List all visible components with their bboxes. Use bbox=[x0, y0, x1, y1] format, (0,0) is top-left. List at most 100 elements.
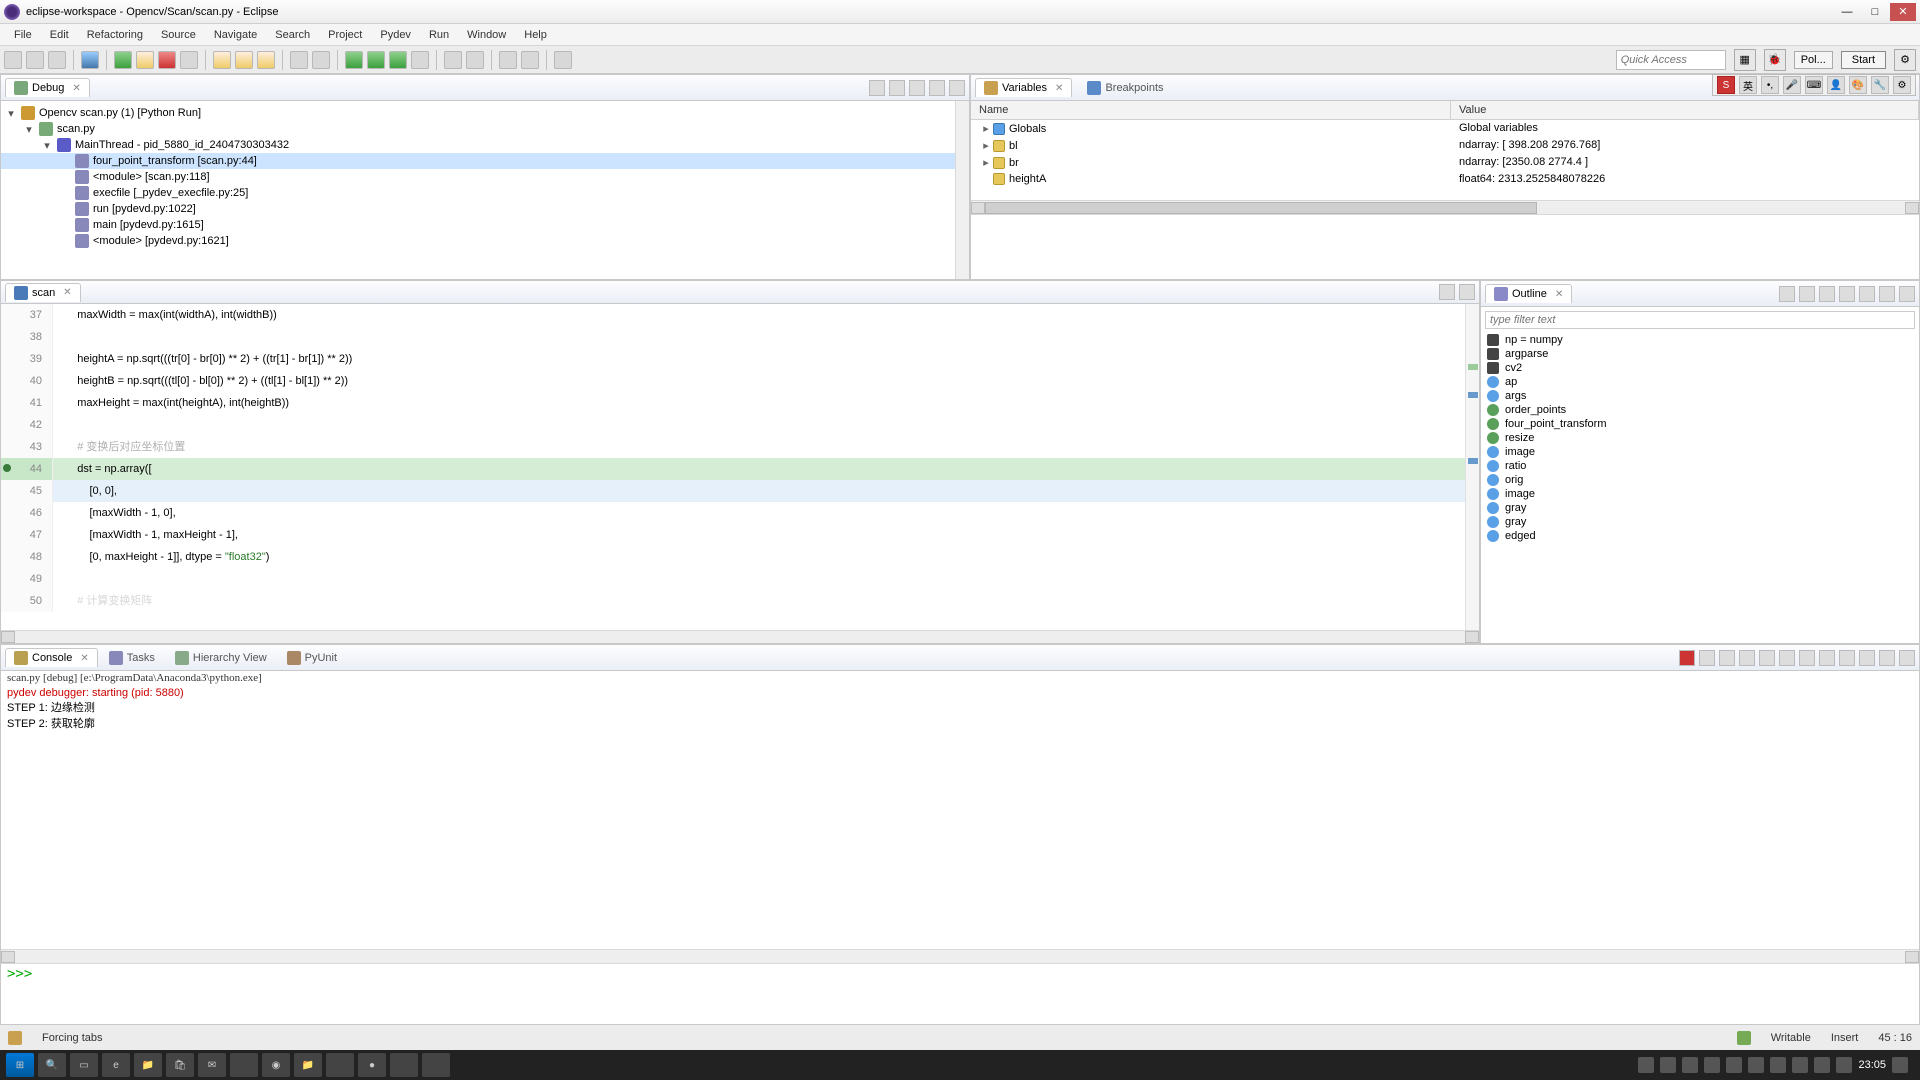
maximize-view-icon[interactable] bbox=[949, 80, 965, 96]
menu-window[interactable]: Window bbox=[459, 27, 514, 43]
menu-refactoring[interactable]: Refactoring bbox=[79, 27, 151, 43]
scroll-right-icon[interactable] bbox=[1905, 202, 1919, 214]
code-line[interactable]: [maxWidth - 1, maxHeight - 1], bbox=[53, 524, 1465, 546]
app-icon[interactable] bbox=[422, 1053, 450, 1077]
outline-sort-icon[interactable] bbox=[1779, 286, 1795, 302]
scroll-left-icon[interactable] bbox=[971, 202, 985, 214]
menu-file[interactable]: File bbox=[6, 27, 40, 43]
app-icon[interactable] bbox=[326, 1053, 354, 1077]
line-number[interactable]: 46 bbox=[1, 502, 53, 524]
outline-menu-icon[interactable] bbox=[1859, 286, 1875, 302]
word-wrap-icon[interactable] bbox=[1779, 650, 1795, 666]
outline-item[interactable]: resize bbox=[1481, 431, 1919, 445]
line-number[interactable]: 38 bbox=[1, 326, 53, 348]
pin-icon[interactable] bbox=[554, 51, 572, 69]
tray-wechat-icon[interactable] bbox=[1770, 1057, 1786, 1073]
variable-row[interactable]: ▸blndarray: [ 398.208 2976.768] bbox=[971, 137, 1919, 154]
display-console-icon[interactable] bbox=[1819, 650, 1835, 666]
debug-stack-tree[interactable]: ▾Opencv scan.py (1) [Python Run]▾scan.py… bbox=[1, 101, 955, 279]
tray-battery-icon[interactable] bbox=[1748, 1057, 1764, 1073]
line-number[interactable]: 37 bbox=[1, 304, 53, 326]
line-number[interactable]: 49 bbox=[1, 568, 53, 590]
hierarchy-tab[interactable]: Hierarchy View bbox=[166, 648, 276, 667]
variable-row[interactable]: ▸brndarray: [2350.08 2774.4 ] bbox=[971, 154, 1919, 171]
line-number[interactable]: 50 bbox=[1, 590, 53, 612]
stack-frame-row[interactable]: run [pydevd.py:1022] bbox=[1, 201, 955, 217]
open-perspective-icon[interactable]: ▦ bbox=[1734, 49, 1756, 71]
scroll-right-icon[interactable] bbox=[1905, 951, 1919, 963]
folder-icon[interactable]: 📁 bbox=[294, 1053, 322, 1077]
terminate-icon[interactable] bbox=[158, 51, 176, 69]
console-menu-icon[interactable] bbox=[1859, 650, 1875, 666]
notifications-icon[interactable] bbox=[1892, 1057, 1908, 1073]
ime-user-icon[interactable]: 👤 bbox=[1827, 76, 1845, 94]
stack-frame-row[interactable]: ▾scan.py bbox=[1, 121, 955, 137]
expander-icon[interactable]: ▾ bbox=[41, 139, 53, 152]
start-button[interactable]: Start bbox=[1841, 51, 1886, 69]
maximize-button[interactable]: □ bbox=[1862, 3, 1888, 21]
expander-icon[interactable]: ▾ bbox=[23, 123, 35, 136]
chrome-icon[interactable]: ◉ bbox=[262, 1053, 290, 1077]
line-number[interactable]: 48 bbox=[1, 546, 53, 568]
taskbar-clock[interactable]: 23:05 bbox=[1858, 1059, 1886, 1071]
close-tab-icon[interactable]: ✕ bbox=[63, 287, 71, 298]
outline-item[interactable]: ap bbox=[1481, 375, 1919, 389]
code-line[interactable] bbox=[53, 568, 1465, 590]
debug-view-link-icon[interactable] bbox=[889, 80, 905, 96]
close-tab-icon[interactable]: ✕ bbox=[72, 83, 80, 94]
expander-icon[interactable]: ▾ bbox=[5, 107, 17, 120]
tray-ime-icon[interactable] bbox=[1792, 1057, 1808, 1073]
search-taskbar-icon[interactable]: 🔍 bbox=[38, 1053, 66, 1077]
horizontal-scrollbar[interactable] bbox=[971, 200, 1919, 214]
maximize-view-icon[interactable] bbox=[1899, 650, 1915, 666]
ime-toolbox-icon[interactable]: 🔧 bbox=[1871, 76, 1889, 94]
debug-tab[interactable]: Debug ✕ bbox=[5, 78, 90, 97]
code-line[interactable]: [0, 0], bbox=[53, 480, 1465, 502]
ime-mic-icon[interactable]: 🎤 bbox=[1783, 76, 1801, 94]
variable-row[interactable]: heightAfloat64: 2313.2525848078226 bbox=[971, 171, 1919, 187]
tray-defender-icon[interactable] bbox=[1660, 1057, 1676, 1073]
save-all-icon[interactable] bbox=[48, 51, 66, 69]
open-console-icon[interactable] bbox=[1839, 650, 1855, 666]
variables-column-name[interactable]: Name bbox=[971, 101, 1451, 119]
minimize-view-icon[interactable] bbox=[929, 80, 945, 96]
vertical-scrollbar[interactable] bbox=[955, 101, 969, 279]
outline-item[interactable]: args bbox=[1481, 389, 1919, 403]
remove-all-launches-icon[interactable] bbox=[1719, 650, 1735, 666]
tray-onedrive-icon[interactable] bbox=[1682, 1057, 1698, 1073]
outline-item[interactable]: argparse bbox=[1481, 347, 1919, 361]
menu-navigate[interactable]: Navigate bbox=[206, 27, 265, 43]
scroll-right-icon[interactable] bbox=[1465, 631, 1479, 643]
scroll-left-icon[interactable] bbox=[1, 631, 15, 643]
close-tab-icon[interactable]: ✕ bbox=[1055, 83, 1063, 94]
expander-icon[interactable]: ▸ bbox=[979, 139, 993, 152]
disconnect-icon[interactable] bbox=[180, 51, 198, 69]
explorer-icon[interactable]: 📁 bbox=[134, 1053, 162, 1077]
outline-item[interactable]: gray bbox=[1481, 501, 1919, 515]
suspend-icon[interactable] bbox=[136, 51, 154, 69]
eclipse-taskbar-icon[interactable]: ● bbox=[358, 1053, 386, 1077]
debug-icon[interactable] bbox=[367, 51, 385, 69]
minimize-button[interactable]: — bbox=[1834, 3, 1860, 21]
outline-item[interactable]: edged bbox=[1481, 529, 1919, 543]
pin-console-icon[interactable] bbox=[1799, 650, 1815, 666]
debug-perspective-icon[interactable]: 🐞 bbox=[1764, 49, 1786, 71]
code-line[interactable]: heightB = np.sqrt(((tl[0] - bl[0]) ** 2)… bbox=[53, 370, 1465, 392]
ime-punct-icon[interactable]: •, bbox=[1761, 76, 1779, 94]
console-tab[interactable]: Console ✕ bbox=[5, 648, 98, 667]
menu-pydev[interactable]: Pydev bbox=[372, 27, 419, 43]
save-icon[interactable] bbox=[26, 51, 44, 69]
app-icon[interactable] bbox=[230, 1053, 258, 1077]
menu-search[interactable]: Search bbox=[267, 27, 318, 43]
outline-item[interactable]: orig bbox=[1481, 473, 1919, 487]
console-output[interactable]: pydev debugger: starting (pid: 5880)STEP… bbox=[1, 685, 1919, 949]
line-number[interactable]: 41 bbox=[1, 392, 53, 414]
line-number[interactable]: 42 bbox=[1, 414, 53, 436]
outline-item[interactable]: order_points bbox=[1481, 403, 1919, 417]
step-return-icon[interactable] bbox=[257, 51, 275, 69]
menu-edit[interactable]: Edit bbox=[42, 27, 77, 43]
outline-hide-icon[interactable] bbox=[1819, 286, 1835, 302]
tray-wifi-icon[interactable] bbox=[1836, 1057, 1852, 1073]
open-type-icon[interactable] bbox=[444, 51, 462, 69]
maximize-editor-icon[interactable] bbox=[1459, 284, 1475, 300]
